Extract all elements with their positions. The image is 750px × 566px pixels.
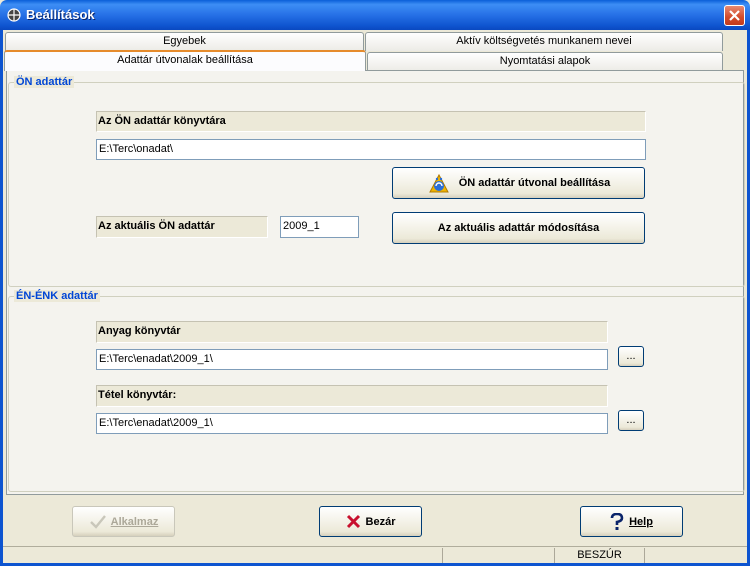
x-icon (346, 514, 360, 529)
tab-aktiv-koltsegvetes[interactable]: Aktív költségvetés munkanem nevei (365, 32, 723, 51)
tab-nyomtatasi-alapok[interactable]: Nyomtatási alapok (367, 52, 723, 71)
window-close-button[interactable] (724, 5, 745, 26)
question-icon (610, 512, 624, 530)
tetel-dir-field[interactable]: E:\Terc\enadat\2009_1\ (96, 413, 608, 434)
on-dir-label: Az ÖN adattár könyvtára (96, 111, 646, 132)
tetel-label: Tétel könyvtár: (96, 385, 608, 407)
tetel-browse-button[interactable]: ... (618, 410, 644, 431)
on-group-title: ÖN adattár (14, 76, 75, 88)
status-cell-end (644, 548, 747, 563)
on-set-path-label: ÖN adattár útvonal beállítása (458, 177, 611, 189)
status-cell-empty (442, 548, 554, 563)
on-dir-field[interactable]: E:\Terc\onadat\ (96, 139, 646, 160)
apply-button[interactable]: Alkalmaz (72, 506, 175, 537)
on-current-field[interactable]: 2009_1 (280, 216, 359, 238)
tab-adattar-utvonalak[interactable]: Adattár útvonalak beállítása (4, 50, 366, 71)
on-current-label: Az aktuális ÖN adattár (96, 216, 268, 238)
tab-egyebek[interactable]: Egyebek (5, 32, 364, 51)
anyag-dir-field[interactable]: E:\Terc\enadat\2009_1\ (96, 349, 608, 370)
help-button[interactable]: Help (580, 506, 683, 537)
on-modify-button[interactable]: Az aktuális adattár módosítása (392, 212, 645, 244)
anyag-label: Anyag könyvtár (96, 321, 608, 343)
check-icon (89, 514, 106, 529)
help-button-label: Help (629, 515, 653, 528)
close-icon (729, 10, 740, 21)
status-bar: BESZÚR (3, 546, 747, 563)
on-logo-icon (428, 173, 449, 193)
on-set-path-button[interactable]: ÖN adattár útvonal beállítása (392, 167, 645, 199)
close-button-label: Bezár (365, 515, 396, 528)
close-button[interactable]: Bezár (319, 506, 422, 537)
window-title: Beállítások (26, 7, 95, 22)
apply-button-label: Alkalmaz (110, 515, 159, 528)
title-bar: Beállítások (0, 0, 750, 30)
en-group-title: ÉN-ÉNK adattár (14, 290, 100, 302)
status-mode: BESZÚR (554, 548, 644, 563)
app-icon (7, 8, 21, 22)
anyag-browse-button[interactable]: ... (618, 346, 644, 367)
